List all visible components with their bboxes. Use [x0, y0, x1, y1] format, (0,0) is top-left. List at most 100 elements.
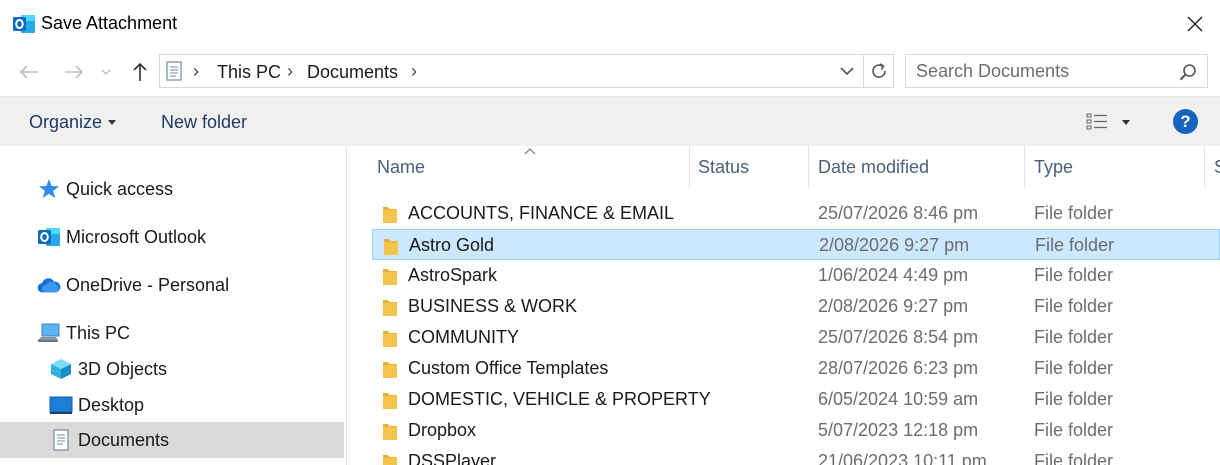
file-date-modified: 21/06/2023 10:11 pm — [818, 451, 987, 465]
back-button[interactable] — [17, 60, 41, 84]
computer-icon — [37, 321, 61, 345]
folder-icon — [382, 390, 398, 410]
refresh-icon — [872, 63, 886, 78]
document-icon — [49, 428, 73, 452]
file-date-modified: 2/08/2026 9:27 pm — [819, 235, 970, 255]
sort-ascending-icon — [524, 148, 536, 155]
breadcrumb-documents[interactable]: Documents — [307, 62, 398, 83]
file-name: Dropbox — [408, 420, 477, 440]
folder-icon — [382, 297, 398, 317]
breadcrumb-separator: › — [411, 61, 417, 81]
outlook-icon — [13, 15, 35, 33]
sidebar-item-label: 3D Objects — [78, 358, 168, 379]
refresh-button[interactable] — [863, 54, 894, 88]
table-row[interactable]: COMMUNITY 25/07/2026 8:54 pm File folder — [372, 322, 1220, 353]
sidebar-item-label: Microsoft Outlook — [66, 226, 207, 247]
breadcrumb-this-pc[interactable]: This PC — [217, 62, 281, 83]
caret-down-icon — [108, 120, 116, 125]
file-date-modified: 5/07/2023 12:18 pm — [818, 420, 979, 440]
table-row[interactable]: DSSPlayer 21/06/2023 10:11 pm File folder — [372, 446, 1220, 465]
file-type: File folder — [1034, 451, 1114, 465]
sidebar-item-label: Quick access — [66, 178, 174, 199]
column-divider[interactable] — [689, 146, 690, 188]
caret-down-icon[interactable] — [1122, 120, 1130, 125]
organize-button[interactable]: Organize — [29, 112, 102, 133]
file-name: Astro Gold — [409, 235, 495, 255]
file-type: File folder — [1035, 235, 1115, 255]
search-input[interactable] — [916, 61, 1166, 82]
close-button[interactable] — [1170, 0, 1220, 48]
table-row[interactable]: DOMESTIC, VEHICLE & PROPERTY 6/05/2024 10… — [372, 384, 1220, 415]
details-view-icon[interactable] — [1086, 112, 1108, 132]
file-date-modified: 6/05/2024 10:59 am — [818, 389, 979, 409]
address-dropdown-button[interactable] — [840, 61, 860, 81]
address-bar[interactable]: › This PC › Documents › — [159, 54, 894, 88]
table-row[interactable]: BUSINESS & WORK 2/08/2026 9:27 pm File fol… — [372, 291, 1220, 322]
column-header-name[interactable]: Name — [377, 146, 425, 188]
file-type: File folder — [1034, 420, 1114, 440]
help-icon[interactable]: ? — [1173, 109, 1198, 134]
sidebar-item-desktop[interactable]: Desktop — [49, 390, 144, 420]
folder-icon — [382, 359, 398, 379]
file-name: BUSINESS & WORK — [408, 296, 578, 316]
breadcrumb-separator: › — [193, 61, 199, 81]
table-row[interactable]: ACCOUNTS, FINANCE & EMAIL 25/07/2026 8:46… — [372, 198, 1220, 229]
desktop-icon — [49, 393, 73, 417]
file-name: Custom Office Templates — [408, 358, 609, 378]
file-date-modified: 28/07/2026 6:23 pm — [818, 358, 979, 378]
file-type: File folder — [1034, 327, 1114, 347]
file-type: File folder — [1034, 203, 1114, 223]
table-row[interactable]: Dropbox 5/07/2023 12:18 pm File folder — [372, 415, 1220, 446]
sidebar-item-this-pc[interactable]: This PC — [37, 318, 130, 348]
arrow-left-icon — [19, 65, 38, 79]
folder-icon — [382, 266, 398, 286]
arrow-right-icon — [65, 65, 84, 79]
file-date-modified: 2/08/2026 9:27 pm — [818, 296, 969, 316]
file-type: File folder — [1034, 265, 1114, 285]
new-folder-button[interactable]: New folder — [161, 112, 247, 133]
column-header-date-modified[interactable]: Date modified — [818, 146, 929, 188]
address-row: › This PC › Documents › — [0, 48, 1220, 96]
recent-locations-button[interactable] — [98, 60, 114, 84]
file-name: COMMUNITY — [408, 327, 519, 347]
folder-icon — [382, 328, 398, 348]
sidebar-item-label: Desktop — [78, 394, 145, 415]
table-row[interactable]: Custom Office Templates 28/07/2026 6:23 p… — [372, 353, 1220, 384]
sidebar-item-quick-access[interactable]: Quick access — [37, 174, 173, 204]
file-type: File folder — [1034, 389, 1114, 409]
folder-icon — [382, 204, 398, 224]
file-type: File folder — [1034, 358, 1114, 378]
chevron-down-icon — [101, 69, 111, 75]
search-icon — [1179, 64, 1196, 81]
file-date-modified: 25/07/2026 8:54 pm — [818, 327, 979, 347]
table-row[interactable]: Astro Gold 2/08/2026 9:27 pm File folder — [372, 229, 1220, 260]
file-name: DSSPlayer — [408, 451, 497, 465]
up-button[interactable] — [128, 60, 152, 84]
forward-button[interactable] — [62, 60, 86, 84]
search-box[interactable] — [905, 54, 1208, 88]
column-header-size[interactable]: S — [1214, 146, 1220, 188]
table-row[interactable]: AstroSpark 1/06/2024 4:49 pm File folder — [372, 260, 1220, 291]
window-title: Save Attachment — [41, 13, 178, 33]
column-header-status[interactable]: Status — [698, 146, 749, 188]
command-bar: Organize New folder ? — [0, 96, 1220, 146]
file-date-modified: 1/06/2024 4:49 pm — [818, 265, 969, 285]
column-divider[interactable] — [1024, 146, 1025, 188]
cube-icon — [49, 357, 73, 381]
sidebar-item-label: OneDrive - Personal — [66, 274, 230, 295]
sidebar-item-3d-objects[interactable]: 3D Objects — [49, 354, 167, 384]
column-divider[interactable] — [1204, 146, 1205, 188]
sidebar-item-label: This PC — [66, 322, 131, 343]
chevron-down-icon — [840, 67, 854, 76]
sidebar-item-onedrive[interactable]: OneDrive - Personal — [37, 270, 229, 300]
folder-icon — [382, 421, 398, 441]
folder-icon — [383, 236, 399, 256]
column-header-type[interactable]: Type — [1034, 146, 1073, 188]
column-divider[interactable] — [808, 146, 809, 188]
folder-icon — [382, 452, 398, 465]
sidebar-item-documents[interactable]: Documents — [0, 422, 344, 458]
sidebar-item-microsoft-outlook[interactable]: Microsoft Outlook — [37, 222, 206, 252]
file-name: ACCOUNTS, FINANCE & EMAIL — [408, 203, 675, 223]
navigation-pane: Quick access Microsoft Outlook OneDrive … — [0, 146, 347, 465]
star-icon — [37, 177, 61, 201]
